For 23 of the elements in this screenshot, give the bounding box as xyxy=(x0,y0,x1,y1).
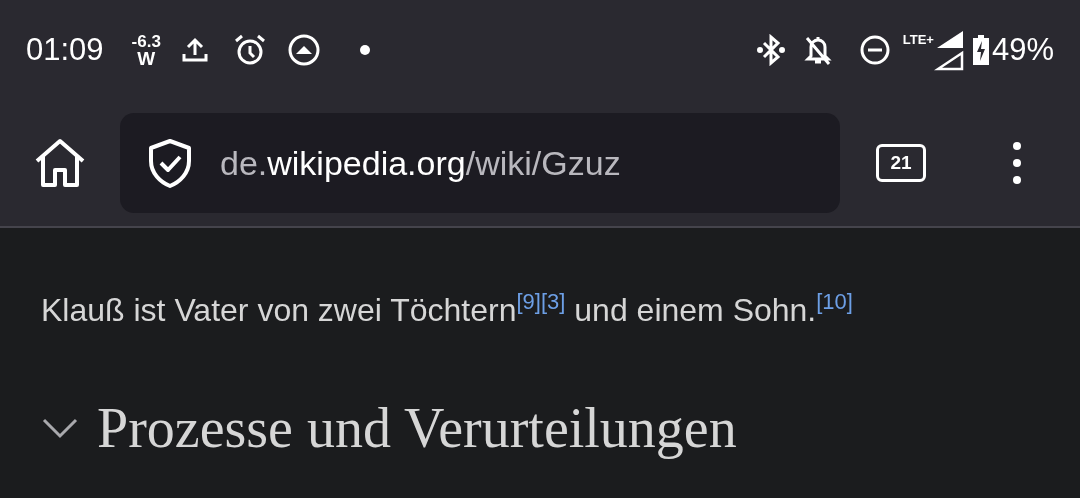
bluetooth-icon xyxy=(756,34,785,66)
battery-charging-icon xyxy=(971,34,990,66)
clock-time: 01:09 xyxy=(26,30,104,69)
address-bar[interactable]: de.wikipedia.org/wiki/Gzuz xyxy=(120,113,840,213)
alarm-icon xyxy=(232,33,267,67)
section-heading[interactable]: Prozesse und Verurteilungen xyxy=(97,396,737,460)
dot-icon xyxy=(358,44,371,56)
more-options-icon[interactable] xyxy=(1012,141,1022,185)
shield-check-icon xyxy=(146,138,194,188)
power-reading: -6.3 W xyxy=(131,33,161,67)
bell-off-icon xyxy=(802,34,833,66)
reference-link[interactable]: [10] xyxy=(816,289,853,314)
tab-count[interactable]: 21 xyxy=(876,144,926,182)
network-type: LTE+ xyxy=(902,31,934,49)
upload-icon xyxy=(180,36,209,64)
reference-link[interactable]: [3] xyxy=(540,289,566,314)
article-paragraph: Klauß ist Vater von zwei Töchtern$^{[9]}$$^{[3]}$ und einem Sohn.$^{[10]}$ xyxy=(41,288,854,330)
up-arrow-circle-icon xyxy=(286,33,321,67)
chevron-icon[interactable] xyxy=(41,416,79,440)
do-not-disturb-icon xyxy=(858,34,891,66)
battery-percentage: 49% xyxy=(991,30,1054,69)
signal-icon xyxy=(933,29,964,71)
reference-link[interactable]: [9] xyxy=(516,289,541,314)
